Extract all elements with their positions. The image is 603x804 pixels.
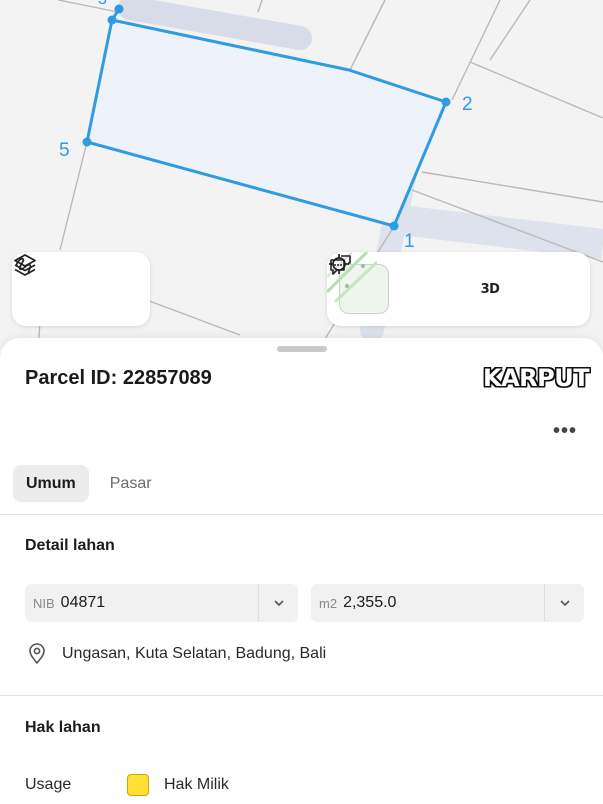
chevron-down-icon[interactable] <box>258 584 298 622</box>
address-row: Ungasan, Kuta Selatan, Badung, Bali <box>25 642 326 666</box>
usage-color-swatch <box>127 774 149 796</box>
brand-logo: KARPUT <box>483 364 590 392</box>
map-view[interactable]: 3 2 5 1 <box>0 0 603 380</box>
tabs-divider <box>0 514 603 515</box>
feedback-button[interactable] <box>330 255 578 314</box>
measure-icon <box>15 257 32 274</box>
vertex-label-1: 1 <box>404 231 415 252</box>
chevron-down-icon[interactable] <box>544 584 584 622</box>
vertex-label-2: 2 <box>462 94 473 115</box>
svg-text:3: 3 <box>98 0 107 8</box>
map-toolbar-right: 3D <box>327 252 590 326</box>
map-toolbar-left <box>12 252 150 326</box>
rights-section-title: Hak lahan <box>25 719 101 736</box>
usage-label: Usage <box>25 776 72 793</box>
measure-button[interactable] <box>15 257 136 314</box>
vertex-label-5: 5 <box>59 140 70 161</box>
nib-select[interactable]: NIB 04871 <box>25 584 298 622</box>
parcel-details-sheet: Parcel ID: 22857089 KARPUT ••• Umum Pasa… <box>0 338 603 804</box>
nib-value: 04871 <box>60 594 106 611</box>
chat-icon <box>330 255 351 275</box>
section-divider <box>0 695 603 696</box>
locate-button[interactable] <box>329 254 452 314</box>
tab-umum[interactable]: Umum <box>13 465 89 502</box>
area-unit-prefix: m2 <box>319 595 338 611</box>
detail-section-title: Detail lahan <box>25 537 115 554</box>
area-select[interactable]: m2 2,355.0 <box>311 584 584 622</box>
3d-toggle-button[interactable]: 3D <box>465 264 515 314</box>
address-text: Ungasan, Kuta Selatan, Badung, Bali <box>62 645 327 662</box>
parcel-title: Parcel ID: 22857089 <box>25 367 212 389</box>
usage-row: Usage Hak Milik <box>25 774 229 796</box>
more-options-icon[interactable]: ••• <box>553 420 577 443</box>
usage-value: Hak Milik <box>164 776 229 793</box>
location-pin-icon <box>29 643 45 664</box>
sheet-drag-handle[interactable] <box>277 346 327 352</box>
nib-prefix: NIB <box>33 595 55 611</box>
detail-tabs: Umum Pasar <box>13 465 165 502</box>
tab-pasar[interactable]: Pasar <box>97 465 165 502</box>
area-value: 2,355.0 <box>343 594 397 611</box>
